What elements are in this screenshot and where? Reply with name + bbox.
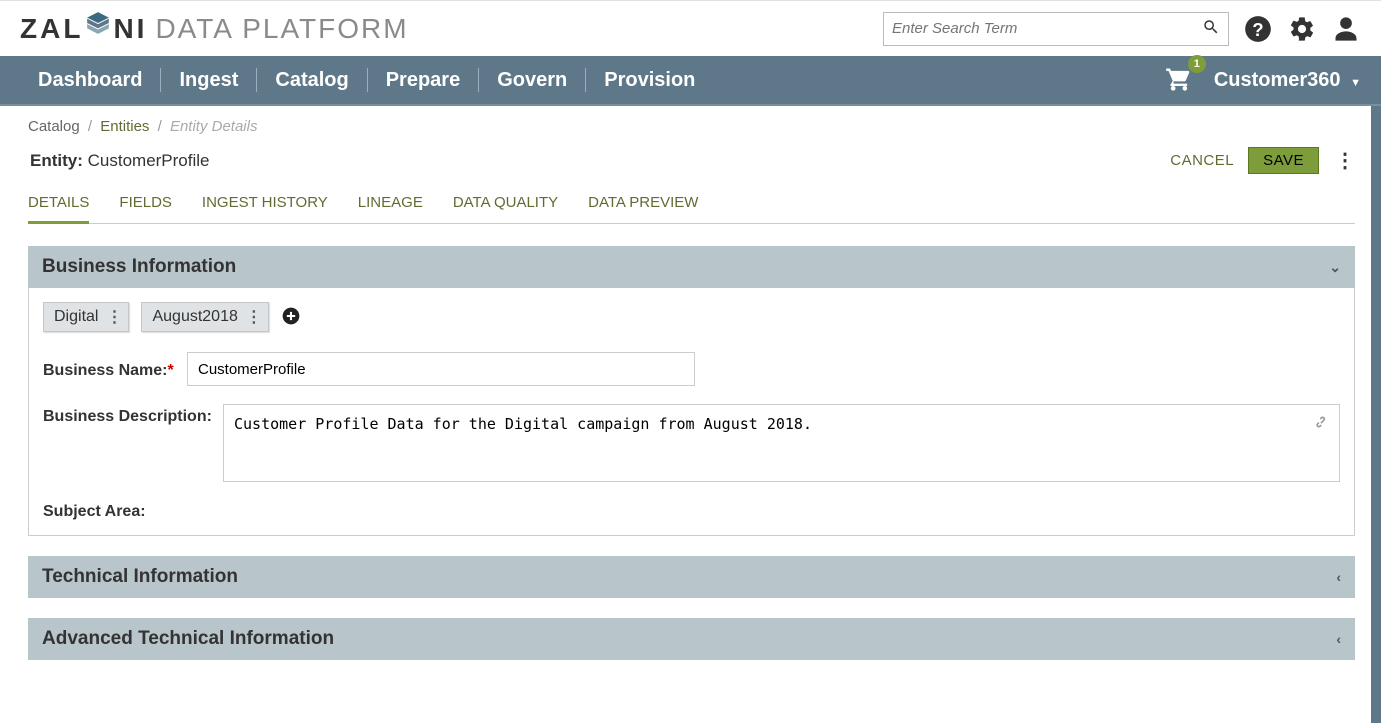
more-menu-icon[interactable]: ⋮	[1333, 148, 1357, 173]
panel-business: Business Information ⌄ Digital ⋮ August2…	[28, 246, 1355, 536]
tab-lineage[interactable]: LINEAGE	[358, 186, 423, 223]
label-business-description: Business Description:	[43, 404, 223, 426]
chevron-down-icon: ▼	[1350, 77, 1361, 89]
user-name: Customer360	[1214, 69, 1341, 91]
label-business-name-text: Business Name:	[43, 362, 168, 379]
panel-technical: Technical Information ‹	[28, 556, 1355, 598]
row-business-name: Business Name:*	[43, 352, 1340, 386]
logo-icon	[85, 10, 111, 43]
nav-govern[interactable]: Govern	[479, 69, 585, 92]
tab-fields[interactable]: FIELDS	[119, 186, 172, 223]
save-button[interactable]: SAVE	[1248, 147, 1319, 174]
logo: ZAL NI DATA PLATFORM	[20, 12, 409, 45]
nav-left: Dashboard Ingest Catalog Prepare Govern …	[20, 68, 713, 92]
nav-dashboard[interactable]: Dashboard	[20, 69, 160, 92]
nav-ingest[interactable]: Ingest	[161, 69, 256, 92]
row-business-description: Business Description:	[43, 404, 1340, 485]
panel-business-body: Digital ⋮ August2018 ⋮ Business Name:*	[28, 288, 1355, 536]
tag-menu-icon[interactable]: ⋮	[246, 307, 262, 327]
header-right: ?	[883, 12, 1361, 46]
content-area: Catalog / Entities / Entity Details Enti…	[0, 106, 1381, 723]
tab-data-preview[interactable]: DATA PREVIEW	[588, 186, 698, 223]
entity-title: Entity: CustomerProfile	[30, 151, 210, 171]
entity-label-text: Entity:	[30, 151, 83, 170]
svg-text:?: ?	[1252, 19, 1263, 40]
chevron-left-icon: ‹	[1336, 631, 1341, 647]
label-business-name: Business Name:*	[43, 358, 187, 380]
nav-prepare[interactable]: Prepare	[368, 69, 479, 92]
breadcrumb: Catalog / Entities / Entity Details	[28, 106, 1361, 143]
logo-text-1: ZAL	[20, 13, 83, 45]
breadcrumb-current: Entity Details	[170, 118, 258, 135]
search-input[interactable]	[892, 20, 1202, 37]
required-asterisk: *	[168, 362, 174, 379]
logo-subtitle: DATA PLATFORM	[155, 13, 408, 45]
cart-button[interactable]: 1	[1164, 65, 1194, 96]
tag-row: Digital ⋮ August2018 ⋮	[43, 302, 1340, 332]
tab-details[interactable]: DETAILS	[28, 186, 89, 224]
breadcrumb-root[interactable]: Catalog	[28, 118, 80, 135]
panel-business-header[interactable]: Business Information ⌄	[28, 246, 1355, 288]
entity-name: CustomerProfile	[88, 151, 210, 170]
chevron-down-icon: ⌄	[1329, 259, 1341, 276]
user-dropdown[interactable]: Customer360 ▼	[1214, 69, 1361, 92]
textarea-business-description[interactable]	[223, 404, 1340, 482]
tag-august2018-label: August2018	[152, 308, 237, 326]
desc-wrap	[223, 404, 1340, 485]
nav-bar: Dashboard Ingest Catalog Prepare Govern …	[0, 56, 1381, 106]
tag-menu-icon[interactable]: ⋮	[106, 307, 122, 327]
nav-right: 1 Customer360 ▼	[1164, 65, 1361, 96]
breadcrumb-entities[interactable]: Entities	[100, 118, 149, 135]
tabs: DETAILS FIELDS INGEST HISTORY LINEAGE DA…	[28, 186, 1355, 224]
panel-business-title: Business Information	[42, 256, 236, 278]
chevron-left-icon: ‹	[1336, 569, 1341, 585]
panel-advanced-header[interactable]: Advanced Technical Information ‹	[28, 618, 1355, 660]
breadcrumb-sep: /	[88, 118, 92, 135]
cart-badge: 1	[1188, 55, 1206, 73]
add-tag-button[interactable]	[281, 306, 301, 329]
search-icon[interactable]	[1202, 18, 1220, 39]
logo-text-2: NI	[113, 13, 147, 45]
top-header: ZAL NI DATA PLATFORM ?	[0, 0, 1381, 56]
cancel-button[interactable]: CANCEL	[1170, 152, 1234, 169]
tab-data-quality[interactable]: DATA QUALITY	[453, 186, 558, 223]
input-business-name[interactable]	[187, 352, 695, 386]
panel-advanced-technical: Advanced Technical Information ‹	[28, 618, 1355, 660]
user-icon[interactable]	[1331, 14, 1361, 44]
entity-header-row: Entity: CustomerProfile CANCEL SAVE ⋮	[28, 143, 1361, 186]
panel-advanced-title: Advanced Technical Information	[42, 628, 334, 650]
tag-digital[interactable]: Digital ⋮	[43, 302, 129, 332]
tag-digital-label: Digital	[54, 308, 98, 326]
gear-icon[interactable]	[1287, 14, 1317, 44]
nav-catalog[interactable]: Catalog	[257, 69, 366, 92]
search-box[interactable]	[883, 12, 1229, 46]
label-subject-area: Subject Area:	[43, 503, 1340, 521]
link-icon[interactable]	[1312, 412, 1332, 435]
entity-actions: CANCEL SAVE ⋮	[1170, 147, 1357, 174]
nav-provision[interactable]: Provision	[586, 69, 713, 92]
panel-technical-header[interactable]: Technical Information ‹	[28, 556, 1355, 598]
panel-technical-title: Technical Information	[42, 566, 238, 588]
help-icon[interactable]: ?	[1243, 14, 1273, 44]
tag-august2018[interactable]: August2018 ⋮	[141, 302, 268, 332]
tab-ingest-history[interactable]: INGEST HISTORY	[202, 186, 328, 223]
breadcrumb-sep: /	[158, 118, 162, 135]
